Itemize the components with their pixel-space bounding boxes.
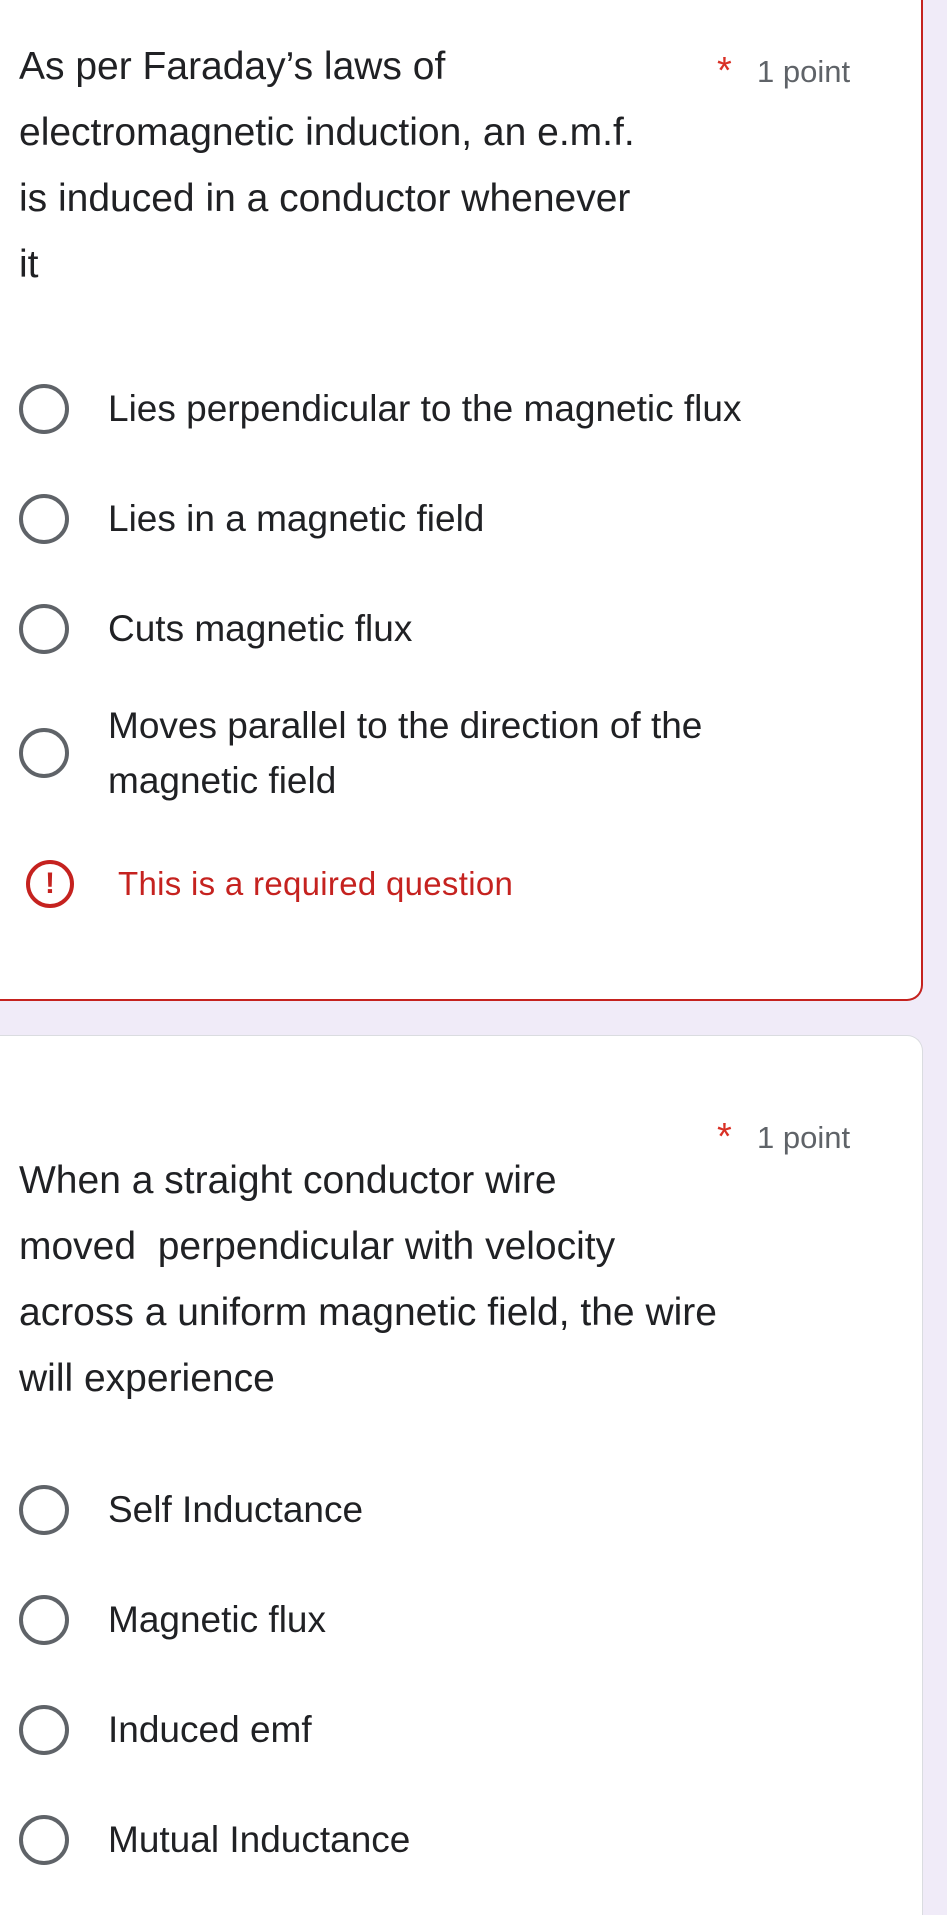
radio-unchecked-icon[interactable] [19,1705,69,1755]
option-radio[interactable]: Mutual Inductance [0,1810,900,1870]
option-radio[interactable]: Magnetic flux [0,1590,900,1650]
error-message: This is a required question [118,865,514,902]
option-label[interactable]: Lies in a magnetic field [108,491,828,546]
question-title: When a straight conductor wire moved per… [19,1159,717,1400]
radio-unchecked-icon[interactable] [19,604,69,654]
question-points: 1 point [757,54,851,89]
required-error: ! This is a required question [0,860,800,910]
radio-unchecked-icon[interactable] [19,1485,69,1535]
option-radio[interactable]: Induced emf [0,1700,900,1760]
option-label[interactable]: Self Inductance [108,1482,828,1537]
question-points: 1 point [757,1120,851,1155]
option-label[interactable]: Moves parallel to the direction of the m… [108,698,808,808]
required-asterisk: * [717,1116,732,1158]
option-label[interactable]: Lies perpendicular to the magnetic flux [108,381,828,436]
option-label[interactable]: Mutual Inductance [108,1812,828,1867]
option-radio[interactable]: Moves parallel to the direction of the m… [0,698,900,810]
radio-unchecked-icon[interactable] [19,1595,69,1645]
option-label[interactable]: Magnetic flux [108,1592,828,1647]
radio-unchecked-icon[interactable] [19,728,69,778]
radio-unchecked-icon[interactable] [19,494,69,544]
question-title: As per Faraday’s laws of electromagnetic… [19,45,635,286]
option-radio[interactable]: Lies perpendicular to the magnetic flux [0,379,900,439]
option-label[interactable]: Cuts magnetic flux [108,601,828,656]
option-label[interactable]: Induced emf [108,1702,828,1757]
radio-unchecked-icon[interactable] [19,1815,69,1865]
error-alert-icon: ! [26,860,74,908]
option-radio[interactable]: Lies in a magnetic field [0,489,900,549]
question-card-1: As per Faraday’s laws of electromagnetic… [0,0,923,1001]
question-card-2: * 1 point When a straight conductor wire… [0,1035,923,1915]
option-radio[interactable]: Cuts magnetic flux [0,599,900,659]
option-radio[interactable]: Self Inductance [0,1480,900,1540]
radio-unchecked-icon[interactable] [19,384,69,434]
required-asterisk: * [717,50,732,92]
